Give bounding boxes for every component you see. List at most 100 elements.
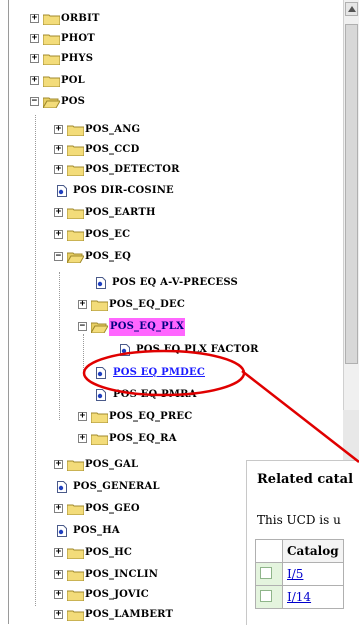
open-folder-icon <box>43 97 60 108</box>
tree-row-pos-eq-plx-factor[interactable]: POS EQ PLX FACTOR <box>0 341 340 359</box>
expand-toggle[interactable]: + <box>54 548 63 557</box>
folder-icon <box>67 460 84 471</box>
expand-toggle[interactable]: + <box>30 34 39 43</box>
folder-icon <box>67 125 84 136</box>
checkbox-icon[interactable] <box>260 566 272 579</box>
tree-row-pos[interactable]: − POS <box>0 93 340 111</box>
expand-toggle[interactable]: + <box>54 165 63 174</box>
vertical-scrollbar[interactable] <box>343 0 359 460</box>
expand-toggle[interactable]: + <box>78 434 87 443</box>
open-folder-icon <box>67 252 84 263</box>
expand-toggle[interactable]: + <box>30 54 39 63</box>
tree-label: POS_HA <box>73 525 120 536</box>
tree-link-pos-eq-pmdec[interactable]: POS EQ PMDEC <box>113 364 205 382</box>
tree-label: POS_EQ_DEC <box>109 299 186 310</box>
tree-label: PHOT <box>61 33 95 44</box>
tree-row-pos-ccd[interactable]: + POS_CCD <box>0 141 340 159</box>
tree-label: POS <box>61 96 86 107</box>
related-catalogs-panel: Related catal This UCD is u Catalog I/5 … <box>246 460 359 625</box>
document-icon <box>96 277 106 289</box>
expand-toggle[interactable]: + <box>78 412 87 421</box>
document-icon <box>96 367 106 379</box>
tree-row-pos-eq-ra[interactable]: + POS_EQ_RA <box>0 430 340 448</box>
collapse-toggle[interactable]: − <box>54 252 63 261</box>
tree-label: POS_LAMBERT <box>85 609 174 620</box>
table-row: I/5 <box>255 562 344 586</box>
expand-toggle[interactable]: + <box>54 504 63 513</box>
tree-label: POS_JOVIC <box>85 589 149 600</box>
table-cell: I/14 <box>282 585 344 609</box>
row-checkbox[interactable] <box>255 562 283 586</box>
tree-row-pos-eq-a-v-precess[interactable]: POS EQ A-V-PRECESS <box>0 274 340 292</box>
tree-label: POS_GAL <box>85 459 139 470</box>
scroll-up-arrow-icon[interactable] <box>345 2 358 16</box>
document-icon <box>57 185 67 197</box>
expand-toggle[interactable]: + <box>54 208 63 217</box>
tree-label: POS_EQ_PREC <box>109 411 193 422</box>
catalog-table: Catalog I/5 I/14 <box>255 539 344 609</box>
expand-toggle[interactable]: + <box>54 460 63 469</box>
tree-label: POL <box>61 75 85 86</box>
expand-toggle[interactable]: + <box>78 300 87 309</box>
catalog-link[interactable]: I/5 <box>287 567 303 581</box>
folder-icon <box>67 230 84 241</box>
table-header-blank <box>255 539 283 563</box>
expand-toggle[interactable]: + <box>54 570 63 579</box>
tree-label: POS_DETECTOR <box>85 164 180 175</box>
tree-label: POS_EQ <box>85 251 131 262</box>
tree-row-pos-eq-dec[interactable]: + POS_EQ_DEC <box>0 296 340 314</box>
tree-row-pos-eq-plx[interactable]: − POS_EQ_PLX <box>0 318 340 336</box>
tree-row-pos-ec[interactable]: + POS_EC <box>0 226 340 244</box>
ucd-usage-text: This UCD is u <box>257 513 341 527</box>
folder-icon <box>43 54 60 65</box>
folder-icon <box>67 590 84 601</box>
tree-row-pos-ang[interactable]: + POS_ANG <box>0 121 340 139</box>
tree-row-pos-eq-pmdec[interactable]: POS EQ PMDEC <box>0 364 340 382</box>
expand-toggle[interactable]: + <box>30 14 39 23</box>
tree-row-pol[interactable]: + POL <box>0 72 340 90</box>
tree-row-orbit[interactable]: + ORBIT <box>0 10 340 28</box>
expand-toggle[interactable]: + <box>54 145 63 154</box>
tree-label: POS_ANG <box>85 124 141 135</box>
scroll-thumb[interactable] <box>345 24 358 364</box>
collapse-toggle[interactable]: − <box>30 97 39 106</box>
tree-label: POS_GEO <box>85 503 140 514</box>
tree-label: ORBIT <box>61 13 100 24</box>
expand-toggle[interactable]: + <box>54 610 63 619</box>
tree-label: POS_CCD <box>85 144 140 155</box>
tree-label: POS_INCLIN <box>85 569 159 580</box>
tree-row-pos-earth[interactable]: + POS_EARTH <box>0 204 340 222</box>
folder-icon <box>67 504 84 515</box>
tree-row-pos-detector[interactable]: + POS_DETECTOR <box>0 161 340 179</box>
folder-icon <box>67 165 84 176</box>
tree-row-phot[interactable]: + PHOT <box>0 30 340 48</box>
table-row: I/14 <box>255 585 344 609</box>
folder-icon <box>91 300 108 311</box>
folder-icon <box>67 570 84 581</box>
row-checkbox[interactable] <box>255 585 283 609</box>
expand-toggle[interactable]: + <box>54 125 63 134</box>
catalog-link[interactable]: I/14 <box>287 590 311 604</box>
tree-label: POS_EQ_RA <box>109 433 177 444</box>
expand-toggle[interactable]: + <box>54 590 63 599</box>
folder-icon <box>67 145 84 156</box>
side-panel-strip <box>343 410 359 460</box>
document-icon <box>120 344 130 356</box>
expand-toggle[interactable]: + <box>54 230 63 239</box>
catalog-column-header: Catalog <box>282 539 344 563</box>
tree-row-pos-eq[interactable]: − POS_EQ <box>0 248 340 266</box>
tree-row-pos-dir-cosine[interactable]: POS DIR-COSINE <box>0 182 340 200</box>
checkbox-icon[interactable] <box>260 589 272 602</box>
tree-row-pos-eq-pmra[interactable]: POS EQ PMRA <box>0 386 340 404</box>
folder-icon <box>91 434 108 445</box>
tree-label: PHYS <box>61 53 94 64</box>
expand-toggle[interactable]: + <box>30 76 39 85</box>
document-icon <box>57 481 67 493</box>
folder-icon <box>43 34 60 45</box>
folder-icon <box>43 76 60 87</box>
tree-label: POS EQ PMRA <box>113 389 197 400</box>
collapse-toggle[interactable]: − <box>78 322 87 331</box>
tree-row-pos-eq-prec[interactable]: + POS_EQ_PREC <box>0 408 340 426</box>
tree-row-phys[interactable]: + PHYS <box>0 50 340 68</box>
folder-icon <box>67 610 84 621</box>
